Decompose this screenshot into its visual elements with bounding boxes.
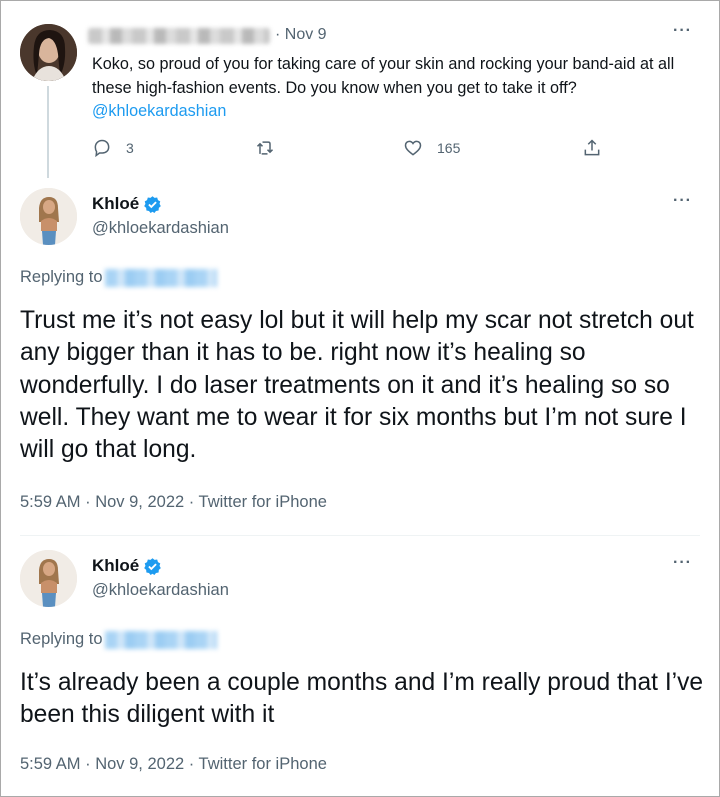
more-options-button[interactable]: ··· bbox=[673, 554, 692, 572]
divider bbox=[20, 535, 700, 536]
verified-badge-icon bbox=[144, 195, 162, 213]
tweet-text: Koko, so proud of you for taking care of… bbox=[92, 53, 702, 124]
like-button[interactable]: 165 bbox=[403, 138, 460, 158]
share-icon bbox=[584, 139, 600, 156]
retweet-button[interactable] bbox=[255, 138, 275, 158]
more-options-button[interactable]: ··· bbox=[673, 22, 692, 40]
tweet-text: It’s already been a couple months and I’… bbox=[20, 669, 704, 729]
replying-to: Replying to bbox=[20, 268, 217, 287]
user-handle[interactable]: @khloekardashian bbox=[92, 219, 229, 238]
avatar[interactable] bbox=[20, 24, 77, 81]
more-options-button[interactable]: ··· bbox=[673, 192, 692, 210]
retweet-icon bbox=[256, 141, 274, 155]
redacted-display-name bbox=[88, 28, 270, 44]
share-button[interactable] bbox=[582, 138, 602, 158]
replying-to-label: Replying to bbox=[20, 268, 103, 286]
user-handle[interactable]: @khloekardashian bbox=[92, 581, 229, 600]
reply-count: 3 bbox=[126, 140, 134, 156]
display-name[interactable]: Khloé bbox=[92, 194, 162, 214]
verified-badge-icon bbox=[144, 557, 162, 575]
avatar[interactable] bbox=[20, 550, 77, 607]
tweet-body: Koko, so proud of you for taking care of… bbox=[92, 55, 675, 97]
redacted-handle-link[interactable] bbox=[104, 268, 217, 287]
replying-to: Replying to bbox=[20, 630, 217, 649]
replying-to-label: Replying to bbox=[20, 630, 103, 648]
tweet-text: Trust me it’s not easy lol but it will h… bbox=[20, 307, 694, 464]
thread-line bbox=[47, 86, 49, 178]
tweet-metadata[interactable]: 5:59 AM · Nov 9, 2022 · Twitter for iPho… bbox=[20, 755, 327, 774]
reply-button[interactable]: 3 bbox=[92, 138, 134, 158]
display-name-text: Khloé bbox=[92, 556, 140, 575]
heart-icon bbox=[404, 140, 422, 156]
avatar[interactable] bbox=[20, 188, 77, 245]
like-count: 165 bbox=[437, 140, 461, 156]
tweet-metadata[interactable]: 5:59 AM · Nov 9, 2022 · Twitter for iPho… bbox=[20, 493, 327, 512]
tweet-actions: 3 165 bbox=[92, 138, 612, 162]
redacted-handle-link[interactable] bbox=[104, 630, 217, 649]
display-name[interactable]: Khloé bbox=[92, 556, 162, 576]
reply-icon bbox=[94, 139, 110, 158]
mention-link[interactable]: @khloekardashian bbox=[92, 100, 702, 124]
display-name-text: Khloé bbox=[92, 194, 140, 213]
tweet-date[interactable]: · Nov 9 bbox=[275, 26, 327, 44]
